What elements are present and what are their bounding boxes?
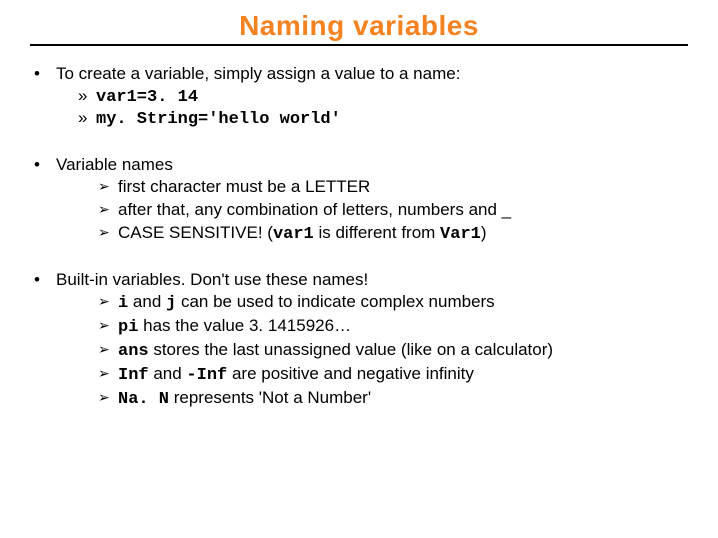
list-item: ➢after that, any combination of letters,… — [98, 200, 688, 220]
arrow-icon: ➢ — [98, 178, 118, 195]
arrow-icon: ➢ — [98, 293, 118, 310]
list-item: ➢ans stores the last unassigned value (l… — [98, 340, 688, 361]
slide-title: Naming variables — [30, 10, 688, 42]
list-item: ➢first character must be a LETTER — [98, 177, 688, 197]
list-item: ➢i and j can be used to indicate complex… — [98, 292, 688, 313]
list-item: ➢Na. N represents 'Not a Number' — [98, 388, 688, 409]
bullet-icon: • — [34, 155, 56, 175]
title-divider — [30, 44, 688, 46]
bullet-icon: • — [34, 64, 56, 84]
section-create-variable: • To create a variable, simply assign a … — [34, 64, 688, 129]
list-item: ➢CASE SENSITIVE! (var1 is different from… — [98, 223, 688, 244]
arrow-icon: ➢ — [98, 341, 118, 358]
code-example: »my. String='hello world' — [78, 108, 688, 129]
arrow-icon: ➢ — [98, 317, 118, 334]
arrow-icon: ➢ — [98, 389, 118, 406]
code-example: »var1=3. 14 — [78, 86, 688, 107]
arrow-icon: ➢ — [98, 365, 118, 382]
bullet-icon: • — [34, 270, 56, 290]
arrow-icon: ➢ — [98, 224, 118, 241]
list-item: ➢pi has the value 3. 1415926… — [98, 316, 688, 337]
section-text: Variable names — [56, 155, 173, 175]
section-variable-names: • Variable names ➢first character must b… — [34, 155, 688, 244]
arrow-icon: ➢ — [98, 201, 118, 218]
list-item: ➢Inf and -Inf are positive and negative … — [98, 364, 688, 385]
section-text: Built-in variables. Don't use these name… — [56, 270, 368, 290]
section-text: To create a variable, simply assign a va… — [56, 64, 460, 84]
section-builtin-variables: • Built-in variables. Don't use these na… — [34, 270, 688, 409]
raquo-icon: » — [78, 108, 96, 128]
content-list: • To create a variable, simply assign a … — [30, 64, 688, 409]
raquo-icon: » — [78, 86, 96, 106]
